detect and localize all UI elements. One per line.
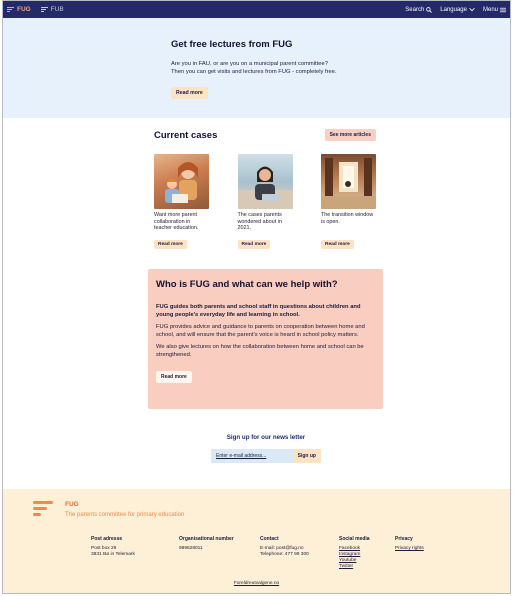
- about-paragraph: FUG provides advice and guidance to pare…: [156, 324, 365, 338]
- fub-logo-link[interactable]: FUB: [40, 6, 64, 13]
- case-read-more-button[interactable]: Read more: [154, 240, 187, 249]
- see-more-articles-button[interactable]: See more articles: [324, 129, 376, 141]
- search-label: Search: [405, 6, 425, 13]
- case-read-more-button[interactable]: Read more: [237, 240, 271, 249]
- footer-heading: Contact: [260, 536, 279, 542]
- footer-logo[interactable]: FUG The parents committee for primary ed…: [33, 499, 184, 521]
- case-image-school-corridor[interactable]: [321, 154, 376, 209]
- hero-section: Get free lectures from FUG Are you in FA…: [3, 18, 510, 118]
- about-read-more-button[interactable]: Read more: [156, 370, 192, 383]
- hero-text: Are you in FAU, or are you on a municipa…: [171, 60, 391, 76]
- search-button[interactable]: Search: [405, 6, 433, 13]
- newsletter-form: Enter e-mail address... Sign up: [211, 449, 321, 463]
- top-navigation: FUG FUB Search Language Menu: [3, 1, 510, 18]
- case-image-mother-child[interactable]: [154, 154, 209, 209]
- cases-title: Current cases: [154, 129, 218, 141]
- language-selector[interactable]: Language: [440, 7, 475, 13]
- nav-actions: Search Language Menu: [405, 7, 506, 13]
- hamburger-icon: [500, 7, 506, 12]
- fub-logo-icon: [40, 7, 48, 12]
- footer-privacy: Privacy Privacy rights: [395, 536, 445, 570]
- contact-phone[interactable]: Telephone: 477 99 300: [260, 552, 339, 558]
- footer-org-number: Organisational number 989628011: [179, 536, 260, 570]
- hero-text-line2: Then you can get visits and lectures fro…: [171, 69, 337, 75]
- privacy-rights-link[interactable]: Privacy rights: [395, 546, 445, 552]
- fug-logo-icon: [7, 7, 14, 12]
- case-image-woman-wondering[interactable]: [237, 154, 293, 209]
- footer-heading: Privacy: [395, 536, 413, 542]
- email-input[interactable]: Enter e-mail address...: [211, 449, 293, 463]
- footer-tagline: The parents committee for primary educat…: [65, 512, 185, 518]
- footer-post-address: Post adresse Post box 29 3831 Bø in Tele…: [91, 536, 179, 570]
- fug-logo-icon: [33, 499, 53, 521]
- twitter-link[interactable]: Twitter: [339, 564, 395, 570]
- footer-columns: Post adresse Post box 29 3831 Bø in Tele…: [91, 536, 445, 570]
- cases-list: Want more parent collaboration in teache…: [154, 154, 376, 250]
- hero-title: Get free lectures from FUG: [171, 39, 293, 50]
- menu-button[interactable]: Menu: [483, 7, 506, 13]
- newsletter-title: Sign up for our news letter: [226, 434, 306, 441]
- footer-social: Social media Facebook Instagram Youtube …: [339, 536, 395, 570]
- about-lead: FUG guides both parents and school staff…: [156, 304, 361, 318]
- footer: FUG The parents committee for primary ed…: [3, 489, 510, 593]
- fub-logo-text: FUB: [50, 6, 64, 13]
- language-label: Language: [440, 6, 467, 13]
- org-number: 989628011: [179, 546, 203, 551]
- footer-logo-name: FUG: [65, 501, 79, 508]
- case-text: The transition window is open.: [321, 212, 374, 225]
- chevron-down-icon: [469, 8, 475, 12]
- foreldreutvalgene-link[interactable]: Foreldreutvalgene.no: [3, 581, 510, 586]
- post-line: 3831 Bø in Telemark: [91, 552, 135, 557]
- case-card[interactable]: Want more parent collaboration in teache…: [154, 154, 209, 250]
- sign-up-button[interactable]: Sign up: [292, 449, 321, 463]
- menu-label: Menu: [482, 6, 498, 13]
- case-card[interactable]: The cases parents wondered about in 2021…: [237, 154, 293, 250]
- newsletter-section: Sign up for our news letter Enter e-mail…: [211, 434, 321, 463]
- about-title: Who is FUG and what can we help with?: [156, 279, 338, 290]
- footer-contact: Contact E-mail: post@fug.no Telephone: 4…: [260, 536, 339, 570]
- case-read-more-button[interactable]: Read more: [321, 240, 354, 249]
- case-text: The cases parents wondered about in 2021…: [237, 212, 282, 231]
- cases-header: Current cases See more articles: [154, 129, 376, 141]
- case-card[interactable]: The transition window is open. Read more: [321, 154, 376, 250]
- hero-text-line1: Are you in FAU, or are you on a municipa…: [171, 61, 328, 67]
- about-paragraph: We also give lectures on how the collabo…: [156, 344, 364, 358]
- about-fug-section: Who is FUG and what can we help with? FU…: [148, 269, 383, 409]
- fug-logo-link[interactable]: FUG: [7, 6, 31, 13]
- footer-heading: Organisational number: [179, 536, 234, 542]
- hero-read-more-button[interactable]: Read more: [171, 87, 208, 99]
- search-icon: [426, 6, 433, 13]
- case-text: Want more parent collaboration in teache…: [154, 212, 199, 231]
- footer-heading: Post adresse: [91, 536, 123, 542]
- footer-heading: Social media: [339, 536, 370, 542]
- page-frame: FUG FUB Search Language Menu Get free le…: [2, 0, 511, 594]
- fug-logo-text: FUG: [17, 6, 31, 13]
